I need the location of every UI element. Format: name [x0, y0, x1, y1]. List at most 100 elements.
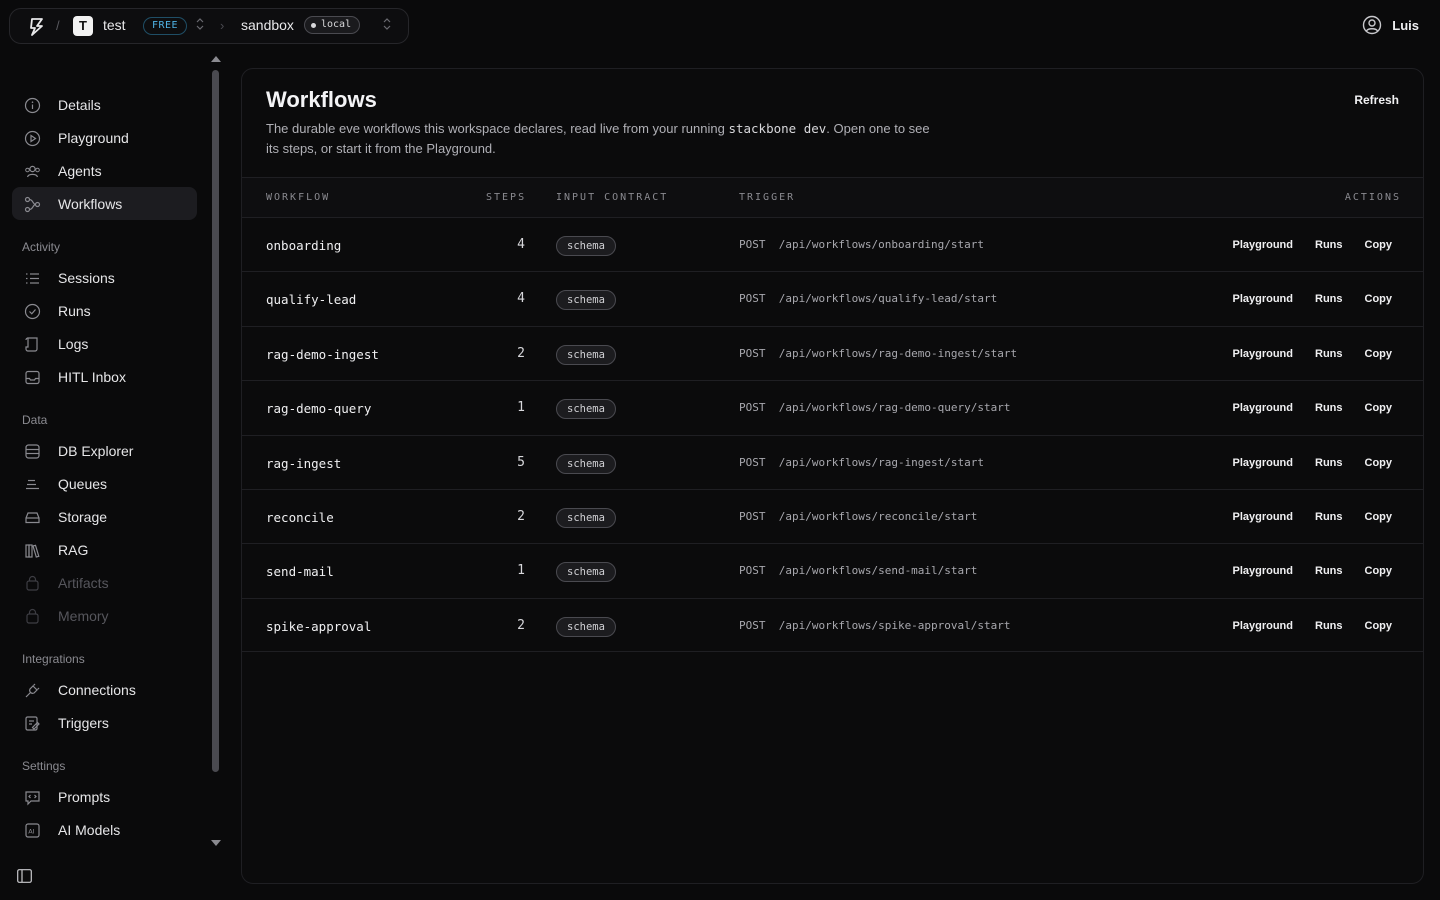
- sidebar-item-hitl-inbox[interactable]: HITL Inbox: [12, 360, 197, 393]
- table-row[interactable]: spike-approval 2 schema POST /api/workflows…: [242, 597, 1423, 653]
- sidebar-scroll-down-arrow[interactable]: [211, 840, 221, 846]
- workspace-avatar: T: [73, 16, 93, 36]
- sidebar-item-label: Logs: [58, 336, 89, 352]
- runs-button[interactable]: Runs: [1315, 402, 1343, 414]
- playground-button[interactable]: Playground: [1232, 620, 1293, 632]
- playground-button[interactable]: Playground: [1232, 293, 1293, 305]
- users-icon: [25, 165, 40, 178]
- input-contract-badge[interactable]: schema: [556, 507, 616, 528]
- sidebar-item-memory[interactable]: Memory: [12, 599, 197, 632]
- sidebar-item-db-explorer[interactable]: DB Explorer: [12, 434, 197, 467]
- input-contract-badge[interactable]: schema: [556, 236, 616, 256]
- runs-button[interactable]: Runs: [1315, 511, 1343, 523]
- sidebar-item-logs[interactable]: Logs: [12, 327, 197, 360]
- sidebar-item-label: Connections: [58, 682, 136, 698]
- workflow-trigger: POST /api/workflows/rag-demo-ingest/star…: [739, 346, 1018, 360]
- playground-button[interactable]: Playground: [1232, 239, 1293, 251]
- workflow-name[interactable]: send-mail: [266, 564, 334, 579]
- user-menu[interactable]: Luis: [1362, 15, 1419, 35]
- input-contract-badge[interactable]: schema: [556, 344, 616, 365]
- sidebar-item-label: Workflows: [58, 196, 123, 212]
- sidebar-scroll-up-arrow[interactable]: [211, 56, 221, 62]
- runs-button[interactable]: Runs: [1315, 620, 1343, 632]
- playground-button[interactable]: Playground: [1232, 348, 1293, 360]
- workflows-table: WORKFLOW STEPS INPUT CONTRACT TRIGGER AC…: [242, 177, 1423, 653]
- runs-button[interactable]: Runs: [1315, 239, 1343, 251]
- table-row[interactable]: qualify-lead 4 schema POST /api/workflows/q…: [242, 271, 1423, 325]
- runs-button[interactable]: Runs: [1315, 293, 1343, 305]
- plan-badge: FREE: [143, 17, 188, 35]
- workflow-name[interactable]: spike-approval: [266, 619, 371, 634]
- workflow-name[interactable]: rag-demo-query: [266, 401, 371, 416]
- sidebar-item-playground[interactable]: Playground: [12, 121, 197, 154]
- copy-button[interactable]: Copy: [1365, 565, 1393, 577]
- copy-button[interactable]: Copy: [1365, 293, 1393, 305]
- inbox-icon: [25, 370, 40, 385]
- sidebar-section-integrations: Integrations: [22, 652, 85, 666]
- sidebar-item-connections[interactable]: Connections: [12, 673, 197, 706]
- table-row[interactable]: rag-ingest 5 schema POST /api/workflows/rag…: [242, 434, 1423, 489]
- copy-button[interactable]: Copy: [1365, 239, 1393, 251]
- check-circle-icon: [24, 303, 41, 320]
- workflows-panel: Workflows The durable eve workflows this…: [241, 68, 1424, 884]
- refresh-button[interactable]: Refresh: [1354, 93, 1399, 107]
- table-row[interactable]: onboarding 4 schema POST /api/workflows/onb…: [242, 217, 1423, 271]
- workflow-name[interactable]: rag-ingest: [266, 456, 341, 471]
- sidebar-item-label: Runs: [58, 303, 91, 319]
- playground-button[interactable]: Playground: [1232, 457, 1293, 469]
- sidebar-item-storage[interactable]: Storage: [12, 500, 197, 533]
- input-contract-badge[interactable]: schema: [556, 616, 616, 637]
- copy-button[interactable]: Copy: [1365, 511, 1393, 523]
- copy-button[interactable]: Copy: [1365, 348, 1393, 360]
- sidebar-item-triggers[interactable]: Triggers: [12, 706, 197, 739]
- sidebar-item-rag[interactable]: RAG: [12, 533, 197, 566]
- runs-button[interactable]: Runs: [1315, 348, 1343, 360]
- workflow-name[interactable]: reconcile: [266, 510, 334, 525]
- sidebar-scrollbar[interactable]: [212, 70, 219, 772]
- sidebar-item-prompts[interactable]: Prompts: [12, 780, 197, 813]
- scroll-icon: [25, 337, 38, 352]
- table-row[interactable]: send-mail 1 schema POST /api/workflows/send…: [242, 543, 1423, 597]
- sidebar-item-agents[interactable]: Agents: [12, 154, 197, 187]
- sidebar-collapse-icon[interactable]: [17, 869, 32, 883]
- books-icon: [25, 544, 40, 558]
- copy-button[interactable]: Copy: [1365, 620, 1393, 632]
- sidebar-item-ai-models[interactable]: AI AI Models: [12, 813, 197, 846]
- sidebar-item-label: DB Explorer: [58, 443, 134, 459]
- sidebar-item-sessions[interactable]: Sessions: [12, 261, 197, 294]
- sidebar-item-queues[interactable]: Queues: [12, 467, 197, 500]
- workflow-icon: [24, 196, 41, 213]
- input-contract-badge[interactable]: schema: [556, 399, 616, 420]
- environment-chevron-updown-icon[interactable]: [383, 17, 391, 33]
- table-row[interactable]: reconcile 2 schema POST /api/workflows/reco…: [242, 488, 1423, 543]
- sidebar-item-label: Playground: [58, 130, 129, 146]
- table-row[interactable]: rag-demo-query 1 schema POST /api/workflows…: [242, 380, 1423, 434]
- workflow-name[interactable]: rag-demo-ingest: [266, 347, 379, 362]
- copy-button[interactable]: Copy: [1365, 402, 1393, 414]
- copy-button[interactable]: Copy: [1365, 457, 1393, 469]
- workflow-name[interactable]: qualify-lead: [266, 292, 356, 307]
- sidebar-item-artifacts[interactable]: Artifacts: [12, 566, 197, 599]
- workflow-name[interactable]: onboarding: [266, 238, 341, 253]
- sidebar-item-runs[interactable]: Runs: [12, 294, 197, 327]
- sidebar-item-workflows[interactable]: Workflows: [12, 187, 197, 220]
- workflow-steps: 1: [517, 563, 525, 579]
- environment-status-dot: [311, 22, 316, 28]
- list-icon: [26, 273, 39, 284]
- playground-button[interactable]: Playground: [1232, 511, 1293, 523]
- stackbone-logo-icon[interactable]: [26, 16, 48, 38]
- workspace-chevron-updown-icon[interactable]: [196, 17, 204, 33]
- page-title: Workflows: [266, 87, 377, 112]
- input-contract-badge[interactable]: schema: [556, 453, 616, 474]
- playground-button[interactable]: Playground: [1232, 402, 1293, 414]
- workflow-trigger: POST /api/workflows/rag-demo-query/start: [739, 401, 1011, 415]
- table-row[interactable]: rag-demo-ingest 2 schema POST /api/workflow…: [242, 325, 1423, 380]
- input-contract-badge[interactable]: schema: [556, 290, 616, 311]
- playground-button[interactable]: Playground: [1232, 565, 1293, 577]
- runs-button[interactable]: Runs: [1315, 457, 1343, 469]
- sidebar-item-details[interactable]: Details: [12, 88, 197, 121]
- runs-button[interactable]: Runs: [1315, 565, 1343, 577]
- workflow-trigger: POST /api/workflows/rag-ingest/start: [739, 455, 985, 469]
- input-contract-badge[interactable]: schema: [556, 562, 616, 583]
- sidebar-item-label: HITL Inbox: [58, 369, 126, 385]
